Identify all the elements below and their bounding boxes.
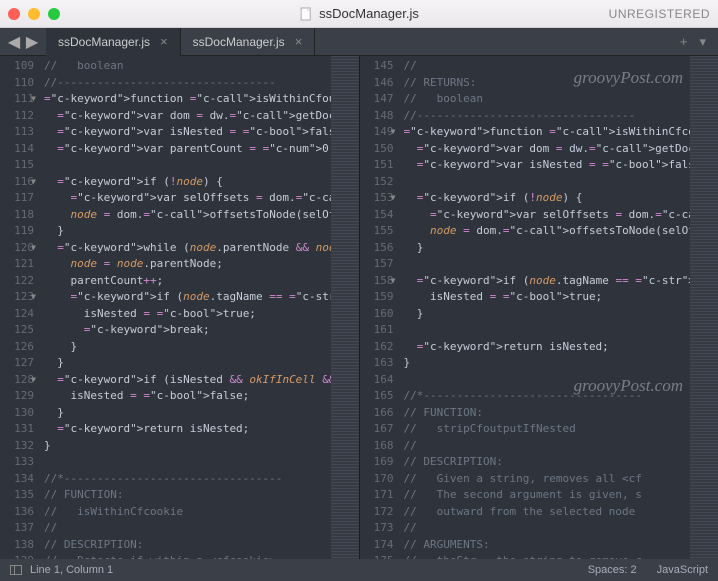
toolbar: ◀ ▶ ssDocManager.js × ssDocManager.js × … xyxy=(0,28,718,56)
code-area[interactable]: //// RETURNS:// boolean//---------------… xyxy=(404,56,691,559)
panel-switcher-icon[interactable] xyxy=(10,565,22,575)
tab-file-2[interactable]: ssDocManager.js × xyxy=(181,28,316,56)
indentation-setting[interactable]: Spaces: 2 xyxy=(588,564,637,576)
traffic-lights xyxy=(8,8,60,20)
unregistered-label: UNREGISTERED xyxy=(609,7,710,21)
gutter: 145146147148149▼150151152153▼15415515615… xyxy=(360,56,404,559)
close-window-button[interactable] xyxy=(8,8,20,20)
window-title: ssDocManager.js xyxy=(299,6,419,21)
minimize-window-button[interactable] xyxy=(28,8,40,20)
editor-pane-left: 109110111▼112113114115116▼117118119120▼1… xyxy=(0,56,359,559)
statusbar: Line 1, Column 1 Spaces: 2 JavaScript xyxy=(0,559,718,581)
minimap[interactable] xyxy=(331,56,359,559)
syntax-setting[interactable]: JavaScript xyxy=(657,564,708,576)
gutter: 109110111▼112113114115116▼117118119120▼1… xyxy=(0,56,44,559)
cursor-position[interactable]: Line 1, Column 1 xyxy=(30,564,113,576)
editor-pane-right: 145146147148149▼150151152153▼15415515615… xyxy=(359,56,718,559)
nav-forward-button[interactable]: ▶ xyxy=(24,34,40,50)
tabs: ssDocManager.js × ssDocManager.js × xyxy=(46,28,668,56)
tab-label: ssDocManager.js xyxy=(58,35,150,49)
file-icon xyxy=(299,7,313,21)
code-area[interactable]: // boolean//----------------------------… xyxy=(44,56,331,559)
tab-close-icon[interactable]: × xyxy=(160,34,168,49)
new-tab-button[interactable]: + xyxy=(676,32,692,52)
tab-file-1[interactable]: ssDocManager.js × xyxy=(46,28,181,56)
tab-label: ssDocManager.js xyxy=(193,35,285,49)
tab-close-icon[interactable]: × xyxy=(295,34,303,49)
more-menu-button[interactable]: ▾ xyxy=(695,32,710,52)
maximize-window-button[interactable] xyxy=(48,8,60,20)
editor-area: 109110111▼112113114115116▼117118119120▼1… xyxy=(0,56,718,559)
minimap[interactable] xyxy=(690,56,718,559)
window-title-text: ssDocManager.js xyxy=(319,6,419,21)
titlebar: ssDocManager.js UNREGISTERED xyxy=(0,0,718,28)
nav-back-button[interactable]: ◀ xyxy=(6,34,22,50)
